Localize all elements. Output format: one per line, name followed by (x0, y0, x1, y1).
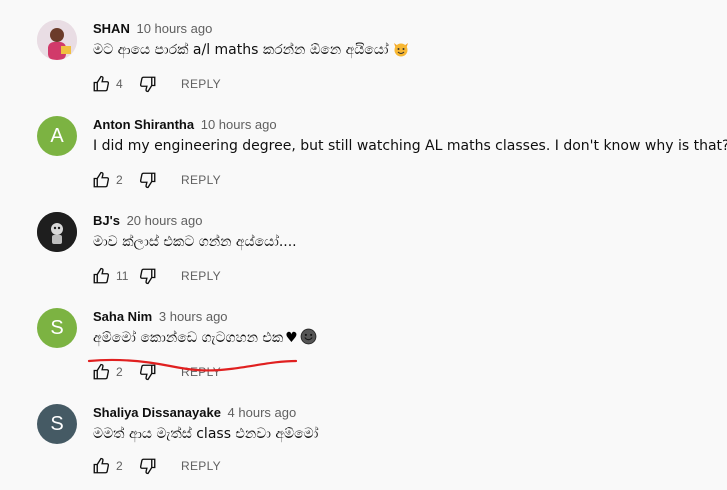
thumbs-down-icon[interactable] (139, 363, 157, 381)
comment-actions: 2 REPLY (92, 361, 221, 383)
comment-text-row: I did my engineering degree, but still w… (93, 136, 727, 159)
thumbs-up-icon[interactable] (92, 171, 110, 189)
comment-time[interactable]: 3 hours ago (159, 309, 228, 324)
comment-time[interactable]: 10 hours ago (201, 117, 277, 132)
author-name[interactable]: BJ's (93, 213, 120, 228)
thumbs-up-icon[interactable] (92, 75, 110, 93)
comment-item: BJ's 20 hours ago මාව ක්ලාස් එකට ගන්න අය… (0, 202, 727, 298)
thumbs-down-icon[interactable] (139, 267, 157, 285)
avatar[interactable] (37, 20, 77, 60)
author-name[interactable]: Shaliya Dissanayake (93, 405, 221, 420)
thumbs-up-icon[interactable] (92, 363, 110, 381)
comment-time[interactable]: 10 hours ago (136, 21, 212, 36)
comment-header: Shaliya Dissanayake 4 hours ago (93, 404, 296, 422)
like-count: 11 (116, 269, 129, 283)
cat-emoji-icon (393, 41, 409, 63)
reply-button[interactable]: REPLY (181, 77, 221, 91)
reply-button[interactable]: REPLY (181, 459, 221, 473)
comment-text: මමත් ආය මැත්ස් class එනවා අම්මෝ (93, 426, 319, 442)
comment-item: S Shaliya Dissanayake 4 hours ago මමත් ආ… (0, 394, 727, 490)
comment-actions: 2 REPLY (92, 169, 221, 191)
avatar-logo (37, 212, 77, 252)
comment-text: මාව ක්ලාස් එකට ගන්න අය්යෝ.... (93, 234, 297, 250)
comment-time[interactable]: 20 hours ago (127, 213, 203, 228)
avatar-letter: A (50, 124, 64, 147)
comment-header: SHAN 10 hours ago (93, 20, 212, 38)
author-name[interactable]: Anton Shirantha (93, 117, 194, 132)
comment-time[interactable]: 4 hours ago (228, 405, 297, 420)
reply-button[interactable]: REPLY (181, 269, 221, 283)
thumbs-down-icon[interactable] (139, 457, 157, 475)
comment-item: SHAN 10 hours ago මට ආයෙ පාරක් a/l maths… (0, 10, 727, 106)
comment-text: මට ආයෙ පාරක් a/l maths කරන්න ඕනෙ අයියෝ (93, 42, 389, 58)
comment-item: A Anton Shirantha 10 hours ago I did my … (0, 106, 727, 202)
thumbs-down-icon[interactable] (139, 75, 157, 93)
like-count: 2 (116, 459, 123, 473)
author-name[interactable]: Saha Nim (93, 309, 152, 324)
thumbs-up-icon[interactable] (92, 457, 110, 475)
comment-text: අම්මෝ කොන්ඩෙ ගැටගහන එක (93, 330, 284, 346)
comment-text-row: අම්මෝ කොන්ඩෙ ගැටගහන එක ♥ (93, 328, 317, 351)
comment-header: BJ's 20 hours ago (93, 212, 202, 230)
like-count: 2 (116, 173, 123, 187)
avatar-letter: S (50, 316, 64, 339)
grinning-face-icon (300, 328, 317, 351)
like-count: 2 (116, 365, 123, 379)
comment-item: S Saha Nim 3 hours ago අම්මෝ කොන්ඩෙ ගැටග… (0, 298, 727, 394)
reply-button[interactable]: REPLY (181, 173, 221, 187)
thumbs-up-icon[interactable] (92, 267, 110, 285)
thumbs-down-icon[interactable] (139, 171, 157, 189)
comment-text-row: මට ආයෙ පාරක් a/l maths කරන්න ඕනෙ අයියෝ (93, 40, 409, 63)
comment-text: I did my engineering degree, but still w… (93, 138, 727, 154)
avatar[interactable]: S (37, 308, 77, 348)
avatar-photo (37, 20, 77, 60)
black-heart-icon: ♥ (285, 330, 298, 346)
avatar[interactable] (37, 212, 77, 252)
comment-header: Anton Shirantha 10 hours ago (93, 116, 277, 134)
comment-actions: 4 REPLY (92, 73, 221, 95)
comment-text-row: මාව ක්ලාස් එකට ගන්න අය්යෝ.... (93, 232, 297, 252)
avatar[interactable]: A (37, 116, 77, 156)
author-name[interactable]: SHAN (93, 21, 130, 36)
comment-actions: 11 REPLY (92, 265, 221, 287)
comment-text-row: මමත් ආය මැත්ස් class එනවා අම්මෝ (93, 424, 318, 444)
comment-actions: 2 REPLY (92, 455, 221, 477)
avatar-letter: S (50, 412, 64, 435)
like-count: 4 (116, 77, 123, 91)
reply-button[interactable]: REPLY (181, 365, 221, 379)
avatar[interactable]: S (37, 404, 77, 444)
comment-header: Saha Nim 3 hours ago (93, 308, 228, 326)
